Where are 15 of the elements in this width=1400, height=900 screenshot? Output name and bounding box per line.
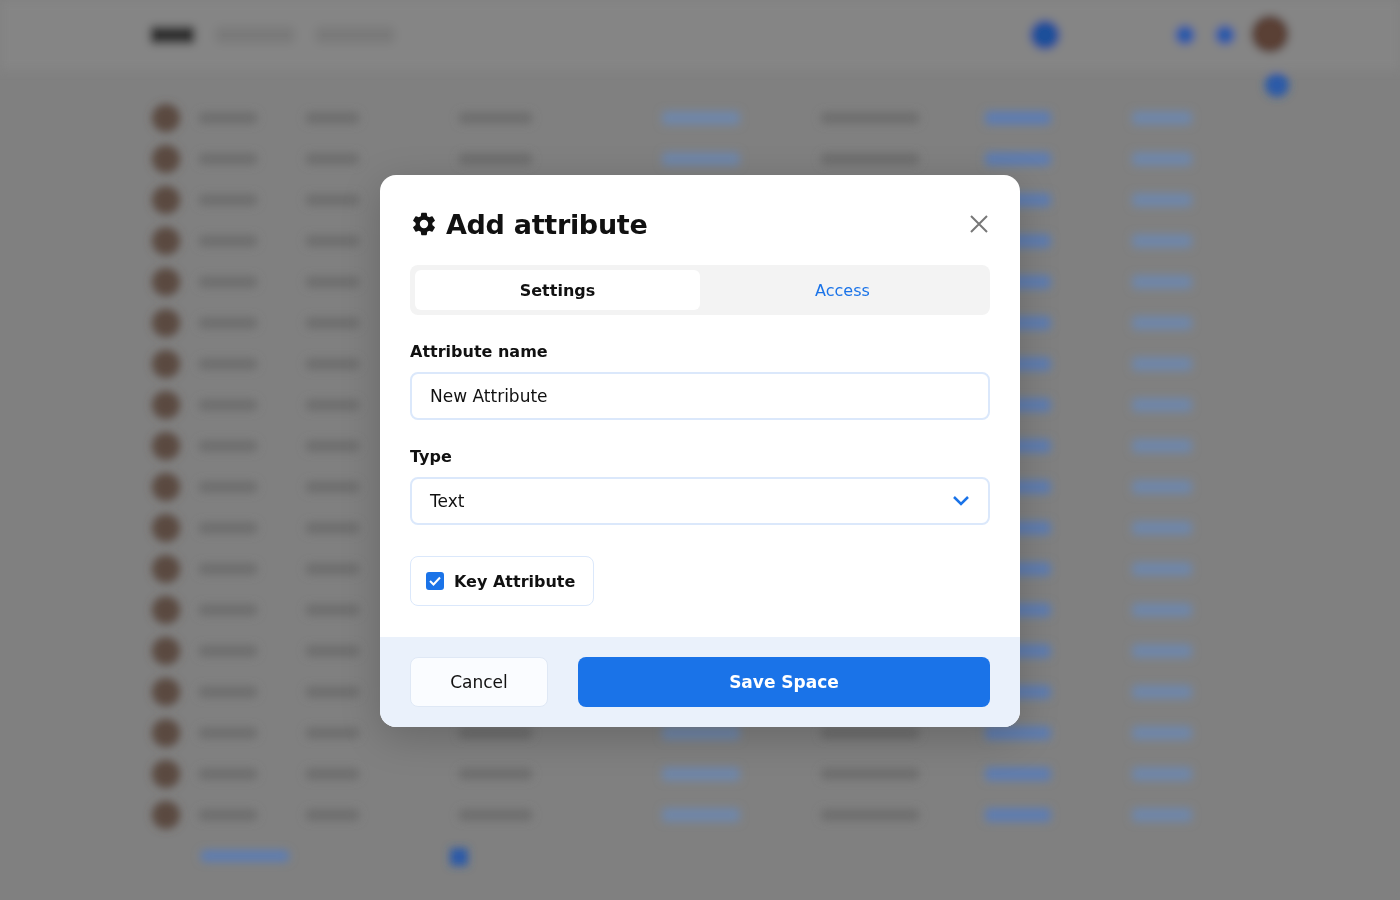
- input-field[interactable]: New Attribute: [410, 372, 990, 420]
- settings-icon: [410, 210, 438, 238]
- cancel-button[interactable]: Cancel: [410, 657, 548, 707]
- checkbox[interactable]: [426, 572, 444, 590]
- field-label: Attribute name: [410, 342, 549, 361]
- key-attribute-checkbox[interactable]: Key Attribute: [410, 556, 595, 606]
- chevron-down-icon: [952, 495, 970, 507]
- close-icon[interactable]: [968, 213, 990, 235]
- dialog-title: Add attribute: [446, 208, 648, 240]
- tab[interactable]: Settings: [415, 270, 700, 310]
- save-button[interactable]: Save Space: [578, 657, 990, 707]
- tab[interactable]: Access: [700, 270, 985, 310]
- field-label: Type: [410, 447, 453, 466]
- type-dropdown[interactable]: Text: [410, 477, 990, 525]
- checkbox-label: Key Attribute: [454, 571, 576, 591]
